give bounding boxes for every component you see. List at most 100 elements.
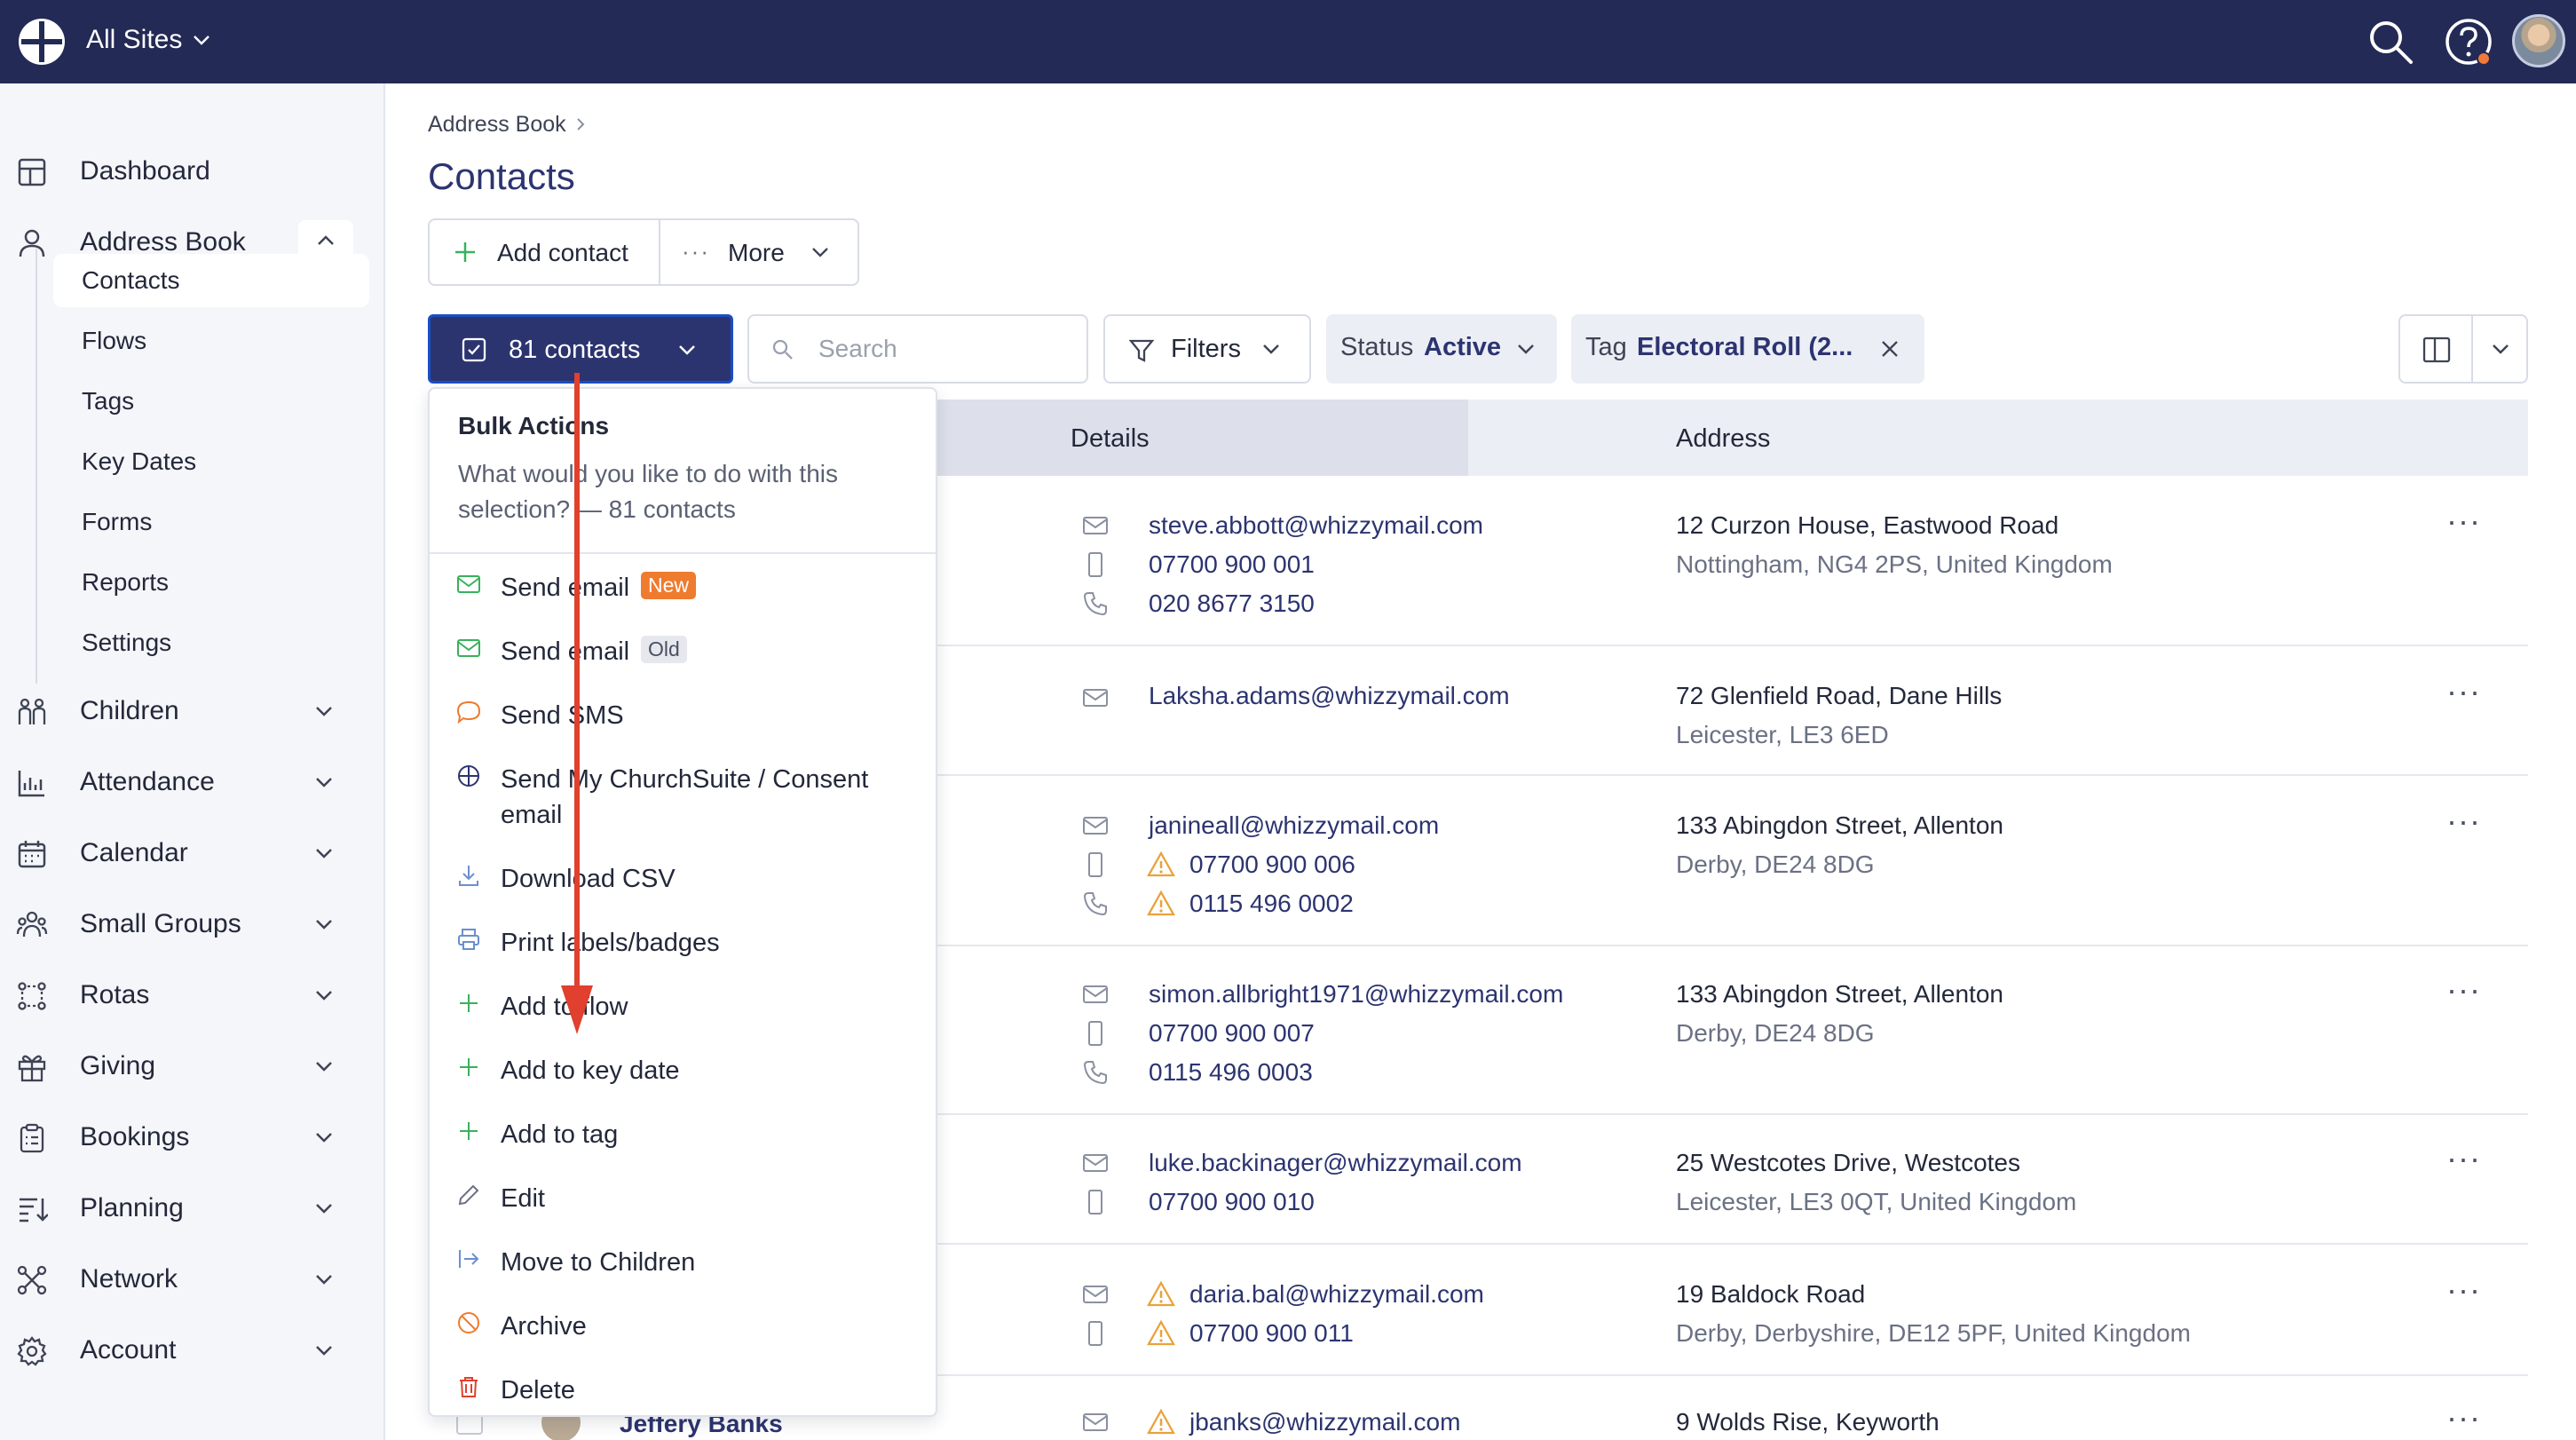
address-line-2: Derby, DE24 8DG: [1676, 1019, 1875, 1047]
contact-phone[interactable]: 020 8677 3150: [1149, 589, 1315, 618]
subitem-label: Reports: [82, 568, 170, 596]
sidebar-item-planning[interactable]: Planning: [0, 1181, 385, 1234]
sidebar-subitem-contacts[interactable]: Contacts: [53, 254, 369, 307]
subitem-label: Settings: [82, 629, 172, 656]
row-menu-icon[interactable]: ···: [2446, 502, 2481, 540]
tag-filter-chip[interactable]: Tag Electoral Roll (2...: [1571, 314, 1924, 384]
chevron-down-icon: [316, 1062, 332, 1072]
ban-icon: [458, 1312, 479, 1333]
chevron-down-icon: [316, 1204, 332, 1214]
menu-item-send-email-old[interactable]: Send email Old: [430, 618, 936, 680]
sidebar-subitem-tags[interactable]: Tags: [53, 375, 369, 428]
menu-item-download-csv[interactable]: Download CSV: [430, 845, 936, 907]
address-line-2: Nottingham, NG4 2PS, United Kingdom: [1676, 550, 2113, 578]
sidebar-subitem-forms[interactable]: Forms: [53, 495, 369, 549]
menu-item-archive[interactable]: Archive: [430, 1293, 936, 1355]
close-icon[interactable]: [1877, 336, 1903, 362]
contact-email[interactable]: jbanks@whizzymail.com: [1189, 1408, 1460, 1436]
mobile-icon: [1088, 852, 1102, 877]
contact-phone[interactable]: 0115 496 0003: [1149, 1058, 1313, 1087]
sidebar-item-network[interactable]: Network: [0, 1252, 385, 1305]
contact-email[interactable]: daria.bal@whizzymail.com: [1189, 1280, 1484, 1309]
menu-item-add-to-flow[interactable]: Add to flow: [430, 973, 936, 1035]
column-header-address[interactable]: Address: [1676, 424, 1770, 454]
add-contact-button[interactable]: Add contact: [430, 220, 659, 284]
row-menu-icon[interactable]: ···: [2446, 1399, 2481, 1436]
status-filter-chip[interactable]: Status Active: [1326, 314, 1557, 384]
contact-email[interactable]: janineall@whizzymail.com: [1149, 811, 1439, 840]
columns-icon: [2422, 336, 2451, 363]
search-icon[interactable]: [2365, 16, 2416, 67]
contact-mobile[interactable]: 07700 900 010: [1149, 1188, 1315, 1216]
row-menu-icon[interactable]: ···: [2446, 673, 2481, 710]
more-label: More: [728, 239, 785, 266]
address-line-2: Leicester, LE3 6ED: [1676, 721, 1889, 748]
menu-item-send-consent-email[interactable]: Send My ChurchSuite / Consent email: [430, 746, 936, 843]
contact-email[interactable]: Laksha.adams@whizzymail.com: [1149, 682, 1510, 710]
contact-email[interactable]: steve.abbott@whizzymail.com: [1149, 511, 1483, 540]
menu-item-delete[interactable]: Delete: [430, 1357, 936, 1419]
menu-item-print-labels[interactable]: Print labels/badges: [430, 909, 936, 971]
sidebar-item-calendar[interactable]: Calendar: [0, 826, 385, 879]
app-logo-icon[interactable]: [16, 16, 67, 67]
chevron-down-icon[interactable]: [188, 27, 215, 53]
sidebar-item-rotas[interactable]: Rotas: [0, 968, 385, 1021]
sidebar: Dashboard Address Book Contacts Flows Ta…: [0, 83, 385, 1440]
sidebar-item-attendance[interactable]: Attendance: [0, 755, 385, 808]
menu-item-send-email-new[interactable]: Send email New: [430, 554, 936, 616]
sidebar-subitem-flows[interactable]: Flows: [53, 314, 369, 368]
dashboard-icon: [18, 158, 46, 186]
menu-item-send-sms[interactable]: Send SMS: [430, 682, 936, 744]
contact-mobile[interactable]: 07700 900 006: [1189, 851, 1355, 879]
sidebar-subitem-reports[interactable]: Reports: [53, 556, 369, 609]
row-menu-icon[interactable]: ···: [2446, 1140, 2481, 1177]
sidebar-item-small-groups[interactable]: Small Groups: [0, 897, 385, 950]
sidebar-subitem-key-dates[interactable]: Key Dates: [53, 435, 369, 488]
menu-item-move-to-children[interactable]: Move to Children: [430, 1229, 936, 1291]
chevron-down-icon: [316, 1133, 332, 1143]
menu-item-add-to-key-date[interactable]: Add to key date: [430, 1037, 936, 1099]
warning-icon: [1147, 1408, 1175, 1435]
contact-mobile[interactable]: 07700 900 001: [1149, 550, 1315, 579]
chevron-right-icon: [577, 118, 585, 131]
sidebar-subitem-settings[interactable]: Settings: [53, 616, 369, 669]
more-dots-icon: ···: [682, 238, 710, 265]
contact-phone[interactable]: 0115 496 0002: [1189, 890, 1354, 918]
address-line-2: Leicester, LE3 0QT, United Kingdom: [1676, 1188, 2077, 1215]
chip-value: Electoral Roll (2...: [1637, 333, 1853, 361]
sidebar-item-children[interactable]: Children: [0, 684, 385, 737]
sidebar-item-dashboard[interactable]: Dashboard: [0, 144, 385, 197]
breadcrumb[interactable]: Address Book: [428, 112, 585, 138]
row-menu-icon[interactable]: ···: [2446, 803, 2481, 840]
contact-mobile[interactable]: 07700 900 007: [1149, 1019, 1315, 1048]
filters-button[interactable]: Filters: [1103, 314, 1311, 384]
contact-email[interactable]: luke.backinager@whizzymail.com: [1149, 1149, 1522, 1177]
breadcrumb-item[interactable]: Address Book: [428, 112, 566, 137]
menu-item-add-to-tag[interactable]: Add to tag: [430, 1101, 936, 1163]
columns-button[interactable]: [2398, 314, 2528, 384]
column-header-details[interactable]: Details: [1071, 424, 1150, 454]
user-avatar[interactable]: [2512, 14, 2565, 67]
menu-item-label: Archive: [501, 1312, 587, 1341]
annotation-arrow-icon: [561, 373, 593, 1034]
chat-bubble-icon: [456, 700, 481, 724]
mail-icon: [1083, 1413, 1108, 1431]
more-button[interactable]: ··· More: [660, 220, 857, 284]
row-menu-icon[interactable]: ···: [2446, 971, 2481, 1009]
sidebar-item-label: Calendar: [80, 838, 188, 867]
sidebar-item-account[interactable]: Account: [0, 1323, 385, 1376]
site-selector[interactable]: All Sites: [86, 25, 182, 55]
row-menu-icon[interactable]: ···: [2446, 1271, 2481, 1309]
search-input[interactable]: [818, 332, 1076, 366]
chevron-down-icon: [812, 248, 828, 257]
mail-icon: [1083, 1286, 1108, 1303]
contact-mobile[interactable]: 07700 900 011: [1189, 1319, 1354, 1348]
sidebar-item-giving[interactable]: Giving: [0, 1039, 385, 1092]
contact-email[interactable]: simon.allbright1971@whizzymail.com: [1149, 980, 1563, 1009]
sidebar-item-label: Bookings: [80, 1122, 190, 1151]
sidebar-item-bookings[interactable]: Bookings: [0, 1110, 385, 1163]
address-line-1: 25 Westcotes Drive, Westcotes: [1676, 1149, 2020, 1176]
menu-item-edit[interactable]: Edit: [430, 1165, 936, 1227]
planning-icon: [20, 1198, 48, 1222]
pencil-icon: [458, 1184, 479, 1206]
